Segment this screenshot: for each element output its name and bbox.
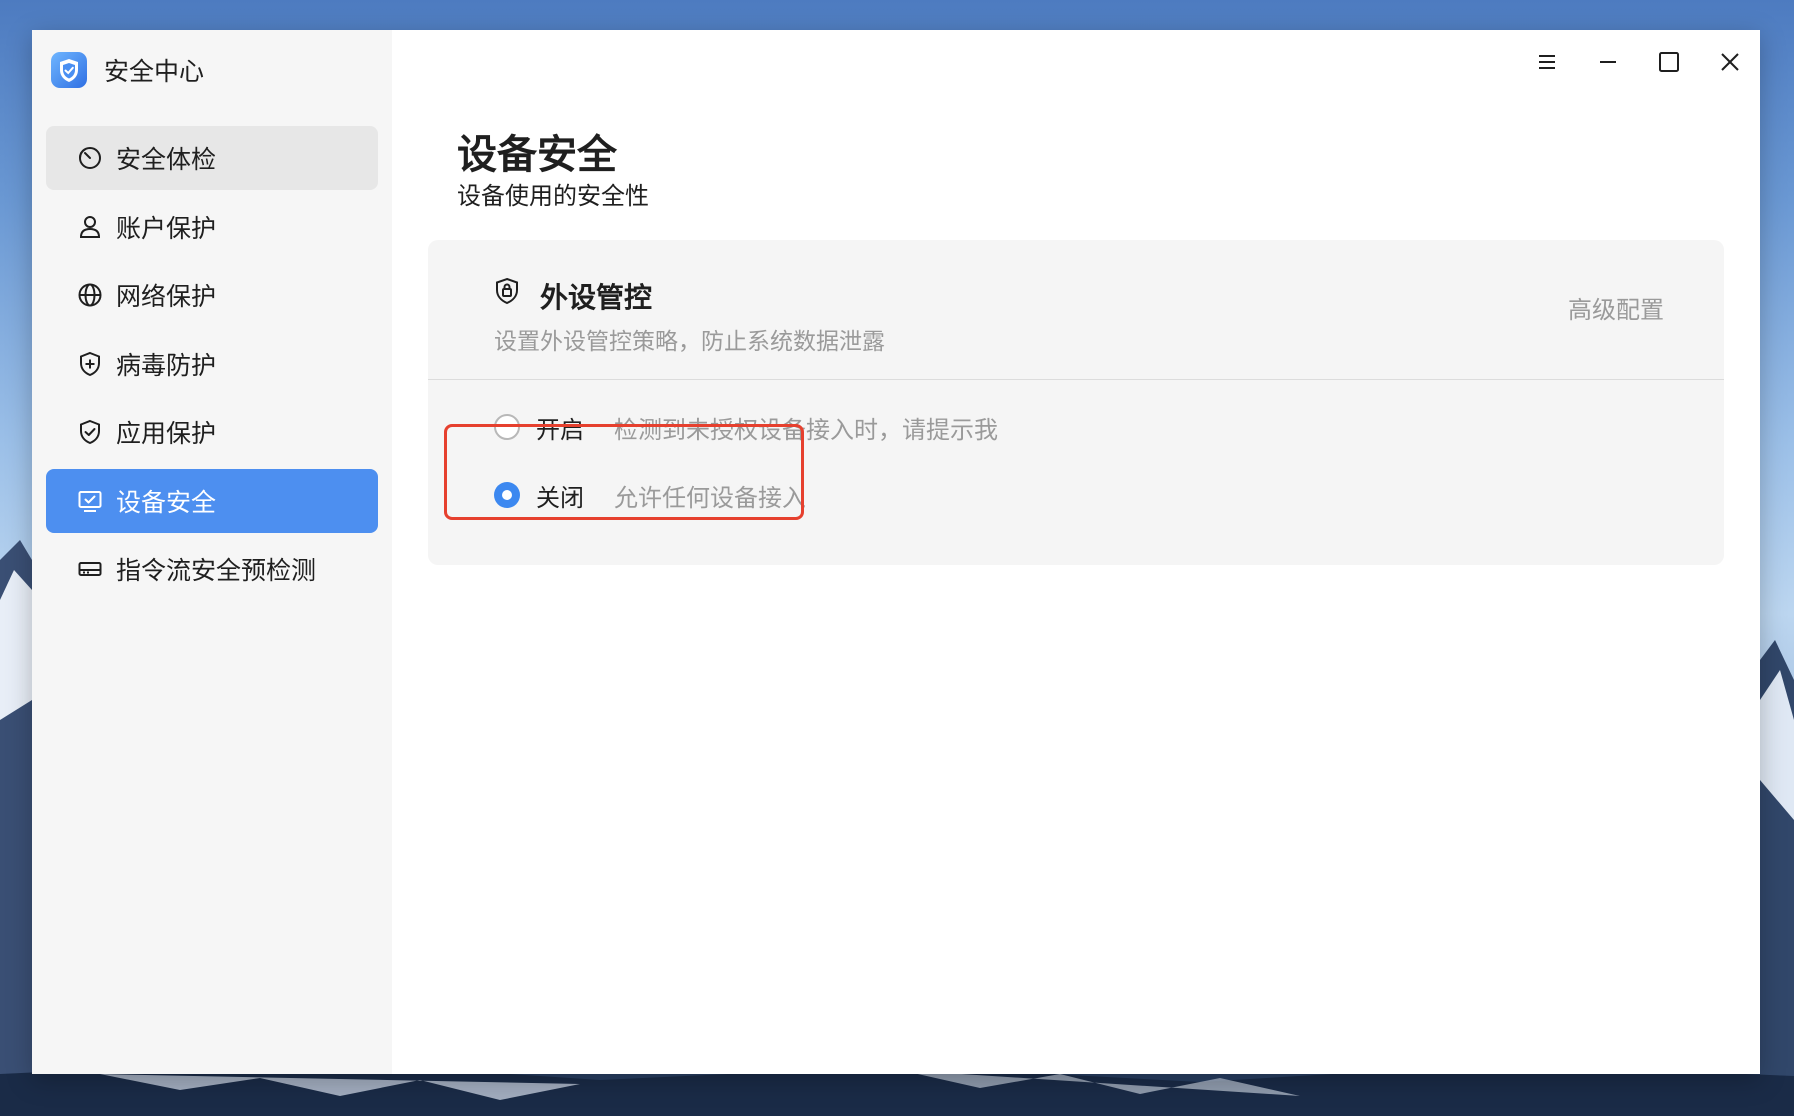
card-title: 外设管控 [540, 281, 653, 314]
sidebar-nav: 安全体检 账户保护 网络保护 病毒防护 应用保护 设备安全 指令流安全预检测 [46, 126, 378, 606]
sidebar-item-app-protection[interactable]: 应用保护 [46, 400, 378, 464]
sidebar-item-label: 病毒防护 [116, 350, 217, 380]
window-controls [1516, 44, 1760, 80]
drive-icon [78, 562, 102, 576]
option-description: 检测到未授权设备接入时，请提示我 [614, 415, 998, 444]
user-icon [79, 215, 101, 238]
card-header: 外设管控 设置外设管控策略，防止系统数据泄露 高级配置 [428, 240, 1724, 380]
advanced-config-link[interactable]: 高级配置 [1568, 290, 1664, 325]
card-description: 设置外设管控策略，防止系统数据泄露 [494, 329, 885, 355]
close-button[interactable] [1699, 44, 1760, 80]
radio-enable[interactable] [494, 414, 520, 440]
sidebar-item-label: 指令流安全预检测 [116, 556, 317, 585]
option-label[interactable]: 关闭 [536, 478, 606, 513]
shield-plus-icon [80, 351, 100, 376]
maximize-icon [1658, 52, 1679, 72]
menu-button[interactable] [1516, 44, 1577, 80]
security-center-window: 安全中心 安全体检 账户保护 网络保护 病毒防护 应用保护 设备安全 指令流安全… [32, 30, 1760, 1074]
sidebar-item-label: 设备安全 [116, 487, 217, 517]
sidebar: 安全中心 安全体检 账户保护 网络保护 病毒防护 应用保护 设备安全 指令流安全… [32, 30, 392, 1074]
page-subtitle: 设备使用的安全性 [457, 182, 649, 210]
app-shield-logo-icon [51, 52, 87, 88]
main-content: 设备安全 设备使用的安全性 外设管控 设置外设管控策略，防止系统数据泄露 高级配… [392, 30, 1760, 1074]
sidebar-item-virus-protection[interactable]: 病毒防护 [46, 332, 378, 396]
radio-disable[interactable] [494, 482, 520, 508]
option-disable: 关闭 允许任何设备接入 [494, 475, 806, 515]
app-header: 安全中心 [50, 48, 204, 92]
menu-icon [1538, 55, 1555, 69]
sidebar-item-network-protection[interactable]: 网络保护 [46, 263, 378, 327]
close-icon [1720, 53, 1739, 71]
page-title: 设备安全 [457, 132, 617, 178]
maximize-button[interactable] [1638, 44, 1699, 80]
sidebar-item-label: 安全体检 [116, 145, 217, 174]
monitor-check-icon [78, 490, 102, 512]
sidebar-item-security-check[interactable]: 安全体检 [46, 126, 378, 190]
minimize-icon [1599, 61, 1616, 63]
shield-check-icon [80, 419, 100, 445]
sidebar-item-label: 账户保护 [116, 213, 217, 243]
sidebar-item-label: 应用保护 [116, 419, 217, 448]
scan-icon [78, 147, 101, 169]
option-description: 允许任何设备接入 [614, 483, 806, 512]
peripheral-control-card: 外设管控 设置外设管控策略，防止系统数据泄露 高级配置 开启 检测到未授权设备接… [428, 240, 1724, 565]
option-label[interactable]: 开启 [536, 410, 606, 445]
app-title: 安全中心 [104, 57, 205, 86]
sidebar-item-label: 网络保护 [116, 282, 217, 311]
shield-lock-icon [496, 277, 518, 305]
option-enable: 开启 检测到未授权设备接入时，请提示我 [494, 407, 998, 447]
sidebar-item-device-security[interactable]: 设备安全 [46, 468, 378, 533]
sidebar-item-account-protection[interactable]: 账户保护 [46, 195, 378, 259]
minimize-button[interactable] [1577, 44, 1638, 80]
sidebar-item-command-stream-check[interactable]: 指令流安全预检测 [46, 537, 378, 601]
globe-icon [78, 283, 102, 307]
